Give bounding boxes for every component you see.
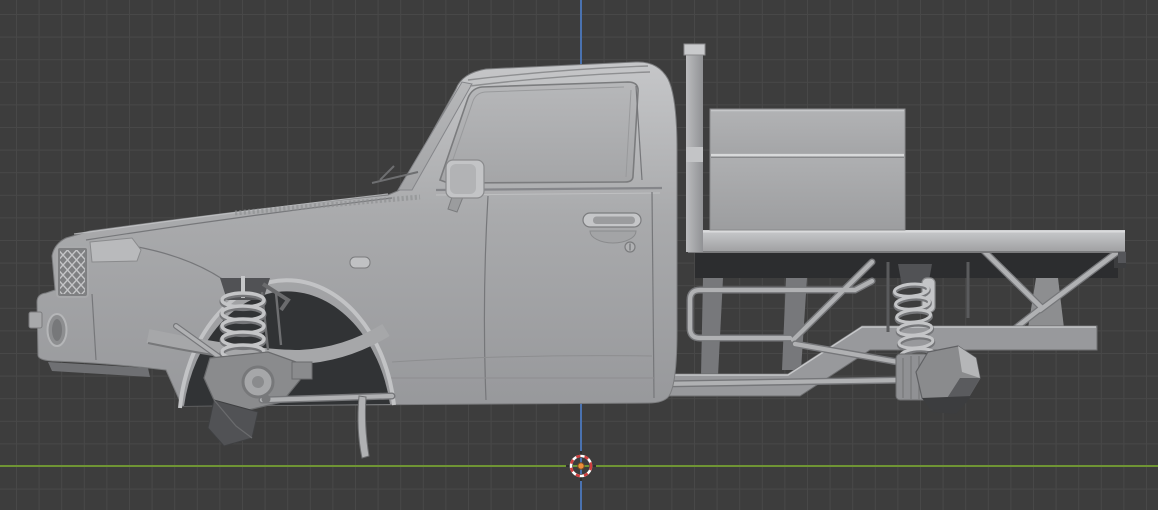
keyhole [625, 242, 635, 252]
bumper-side-tab [29, 312, 42, 328]
toolbox [710, 109, 905, 230]
side-indicator [350, 257, 370, 268]
headboard-post-band [686, 147, 703, 162]
front-grille [57, 247, 88, 297]
viewport-canvas[interactable] [0, 0, 1158, 510]
tray-deck [688, 230, 1125, 253]
grille-mesh [60, 250, 85, 294]
cursor-center-dot [578, 463, 584, 469]
viewport-3d[interactable] [0, 0, 1158, 510]
fog-light [48, 314, 67, 346]
headboard-post-cap [684, 44, 705, 55]
tray-deck-end-cap [1118, 252, 1126, 263]
tie-rod-end [262, 395, 271, 404]
headlight [90, 238, 141, 262]
